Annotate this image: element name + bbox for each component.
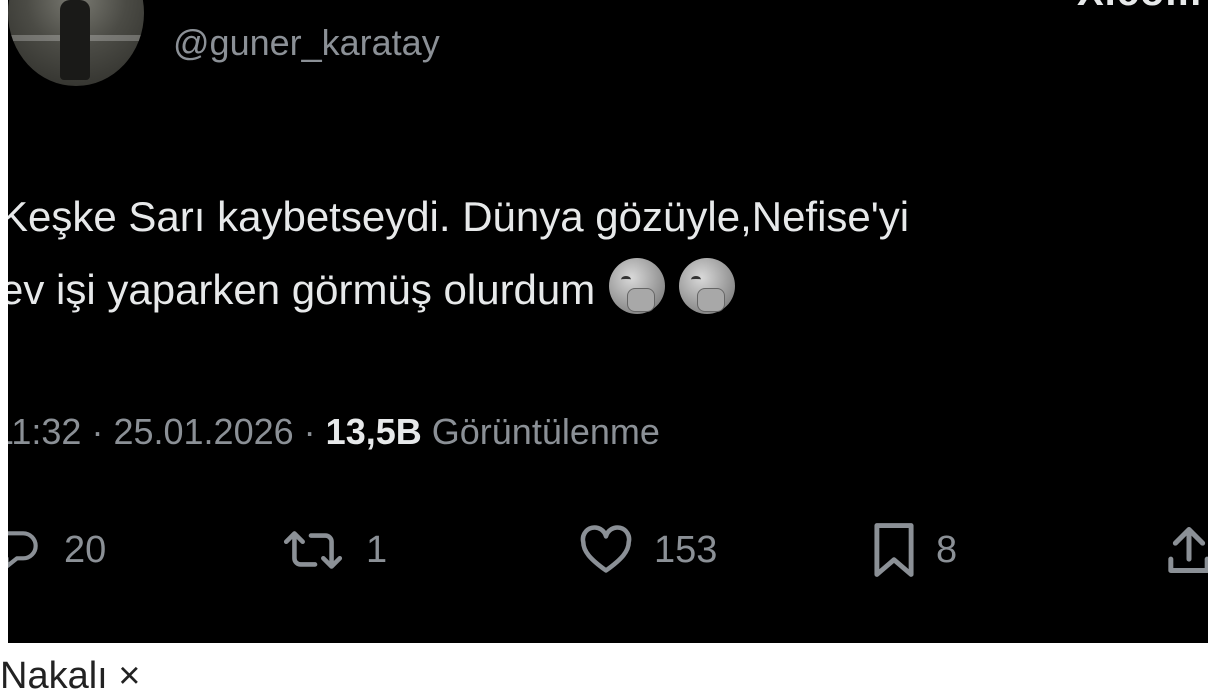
face-with-hand-over-mouth-emoji	[679, 258, 736, 314]
bookmark-count: 8	[936, 528, 958, 571]
views-label: Görüntülenme	[431, 411, 660, 452]
tweet-text-line-2: ev işi yaparken görmüş olurdum	[8, 253, 1208, 326]
tweet-card: @guner_karatay X.com Keşke Sarı kaybetse…	[8, 0, 1208, 643]
tweet-actions: 20 1 153 8	[8, 515, 1208, 585]
heart-icon	[578, 525, 634, 575]
retweet-icon	[280, 525, 346, 575]
face-with-hand-over-mouth-emoji	[609, 258, 666, 314]
tweet-time[interactable]: 11:32	[8, 411, 81, 452]
avatar[interactable]	[8, 0, 144, 86]
reply-button[interactable]: 20	[8, 515, 106, 585]
share-icon	[1164, 522, 1208, 578]
views-count: 13,5B	[325, 411, 422, 452]
retweet-button[interactable]: 1	[280, 515, 387, 585]
retweet-count: 1	[366, 528, 388, 571]
bookmark-button[interactable]: 8	[872, 515, 957, 585]
like-count: 153	[654, 528, 718, 571]
tweet-date[interactable]: 25.01.2026	[113, 411, 293, 452]
share-button[interactable]	[1164, 515, 1208, 585]
bookmark-icon	[872, 520, 916, 580]
tweet-text-line-1-content: Keşke Sarı kaybetseydi. Dünya gözüyle,Ne…	[8, 193, 910, 240]
reply-icon	[8, 525, 44, 575]
avatar-figure	[60, 0, 90, 80]
reply-count: 20	[64, 528, 107, 571]
user-handle[interactable]: @guner_karatay	[173, 22, 440, 64]
tweet-meta: 11:32 · 25.01.2026 · 13,5B Görüntülenme	[8, 411, 660, 453]
meta-separator: ·	[303, 411, 316, 452]
tweet-text-line-1: Keşke Sarı kaybetseydi. Dünya gözüyle,Ne…	[8, 180, 1208, 253]
page-caption: Nakalı ×	[0, 655, 141, 697]
meta-separator: ·	[91, 411, 104, 452]
tweet-text: Keşke Sarı kaybetseydi. Dünya gözüyle,Ne…	[8, 180, 1208, 326]
site-logo: X.com	[1077, 0, 1202, 15]
tweet-text-line-2-content: ev işi yaparken görmüş olurdum	[8, 266, 596, 313]
like-button[interactable]: 153	[578, 515, 717, 585]
